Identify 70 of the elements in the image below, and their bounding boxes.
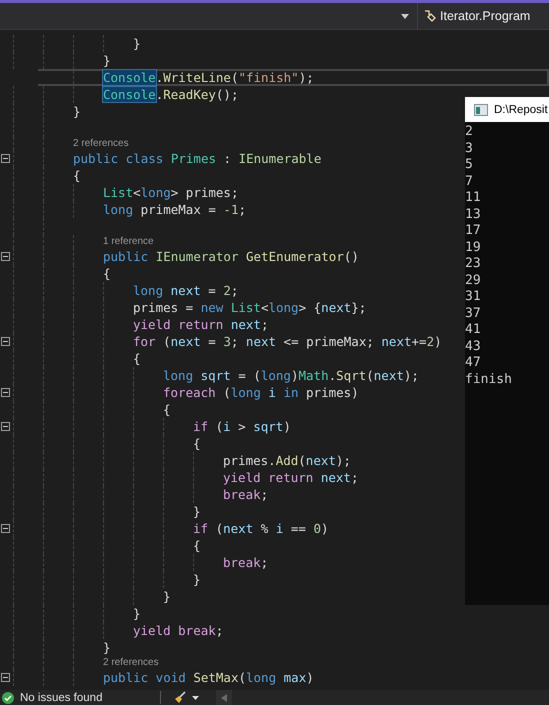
- code-line: List<long> primes;: [103, 184, 238, 201]
- code-line: yield break;: [133, 622, 224, 639]
- console-output-line: 43: [465, 338, 482, 355]
- class-member-icon: [423, 9, 437, 23]
- code-line: long primeMax = -1;: [103, 201, 246, 218]
- code-line: yield return next;: [133, 316, 268, 333]
- console-output-line: 17: [465, 223, 482, 240]
- console-app-icon: [474, 104, 488, 116]
- code-line: }: [133, 605, 141, 622]
- console-output-line: 3: [465, 140, 474, 157]
- code-line: {: [73, 167, 81, 184]
- dropdown-caret-icon[interactable]: [401, 14, 409, 18]
- console-output-line: 7: [465, 174, 474, 190]
- check-circle-icon: [2, 692, 14, 704]
- code-line: }: [103, 639, 111, 656]
- console-output-line: 23: [465, 256, 482, 272]
- reference-count-link[interactable]: 2 references: [103, 656, 159, 669]
- scroll-left-icon[interactable]: [221, 694, 228, 702]
- console-output-line: 13: [465, 206, 482, 223]
- code-line: public class Primes : IEnumerable: [73, 150, 322, 167]
- code-line: break;: [223, 554, 268, 571]
- code-line: long next = 2;: [133, 282, 238, 299]
- collapse-icon[interactable]: [1, 337, 10, 346]
- console-output-line: 47: [465, 355, 482, 372]
- console-output-line: 11: [465, 190, 482, 206]
- code-line: {: [193, 537, 201, 554]
- code-line: }: [193, 571, 201, 588]
- window-title: D:\Reposit: [494, 104, 548, 116]
- console-output-line: 29: [465, 272, 482, 289]
- code-line: foreach (long i in primes): [163, 384, 359, 401]
- collapse-icon[interactable]: [1, 252, 10, 261]
- collapse-icon[interactable]: [1, 388, 10, 397]
- code-line: public IEnumerator GetEnumerator(): [103, 248, 359, 265]
- console-output-line: 41: [465, 322, 482, 338]
- reference-count-link[interactable]: 2 references: [73, 137, 129, 150]
- code-line: {: [193, 435, 201, 452]
- collapse-icon[interactable]: [1, 524, 10, 533]
- code-line: }: [163, 588, 171, 605]
- code-line: public void SetMax(long max): [103, 669, 314, 686]
- code-line: if (i > sqrt): [193, 418, 291, 435]
- collapse-icon[interactable]: [1, 673, 10, 682]
- code-line: }: [73, 103, 81, 120]
- code-line: for (next = 3; next <= primeMax; next+=2): [133, 333, 442, 350]
- code-line: }: [193, 503, 201, 520]
- brush-icon[interactable]: [174, 691, 188, 704]
- code-line: break;: [223, 486, 268, 503]
- code-line: if (next % i == 0): [193, 520, 329, 537]
- code-line: primes = new List<long> {next};: [133, 299, 366, 316]
- code-line: long sqrt = (long)Math.Sqrt(next);: [163, 367, 419, 384]
- issues-status[interactable]: No issues found: [20, 692, 102, 704]
- code-line: }: [133, 35, 141, 52]
- code-line: yield return next;: [223, 469, 358, 486]
- console-output-line: 5: [465, 157, 474, 174]
- code-line: }: [103, 52, 111, 69]
- code-line: primes.Add(next);: [223, 452, 351, 469]
- code-line: {: [133, 350, 141, 367]
- console-output-line: finish: [465, 372, 513, 388]
- console-output-line: 19: [465, 240, 482, 256]
- code-line: Console.ReadKey();: [103, 86, 238, 103]
- dropdown-caret-icon[interactable]: [192, 696, 200, 700]
- code-line: {: [103, 265, 111, 282]
- console-output-line: 31: [465, 289, 482, 306]
- code-line: Console.WriteLine("finish");: [103, 69, 314, 86]
- console-output-line: 37: [465, 306, 482, 322]
- member-dropdown[interactable]: Iterator.Program: [417, 2, 549, 30]
- collapse-icon[interactable]: [1, 422, 10, 431]
- collapse-icon[interactable]: [1, 154, 10, 163]
- code-line: {: [163, 401, 171, 418]
- console-output-line: 2: [465, 124, 474, 140]
- reference-count-link[interactable]: 1 reference: [103, 235, 154, 248]
